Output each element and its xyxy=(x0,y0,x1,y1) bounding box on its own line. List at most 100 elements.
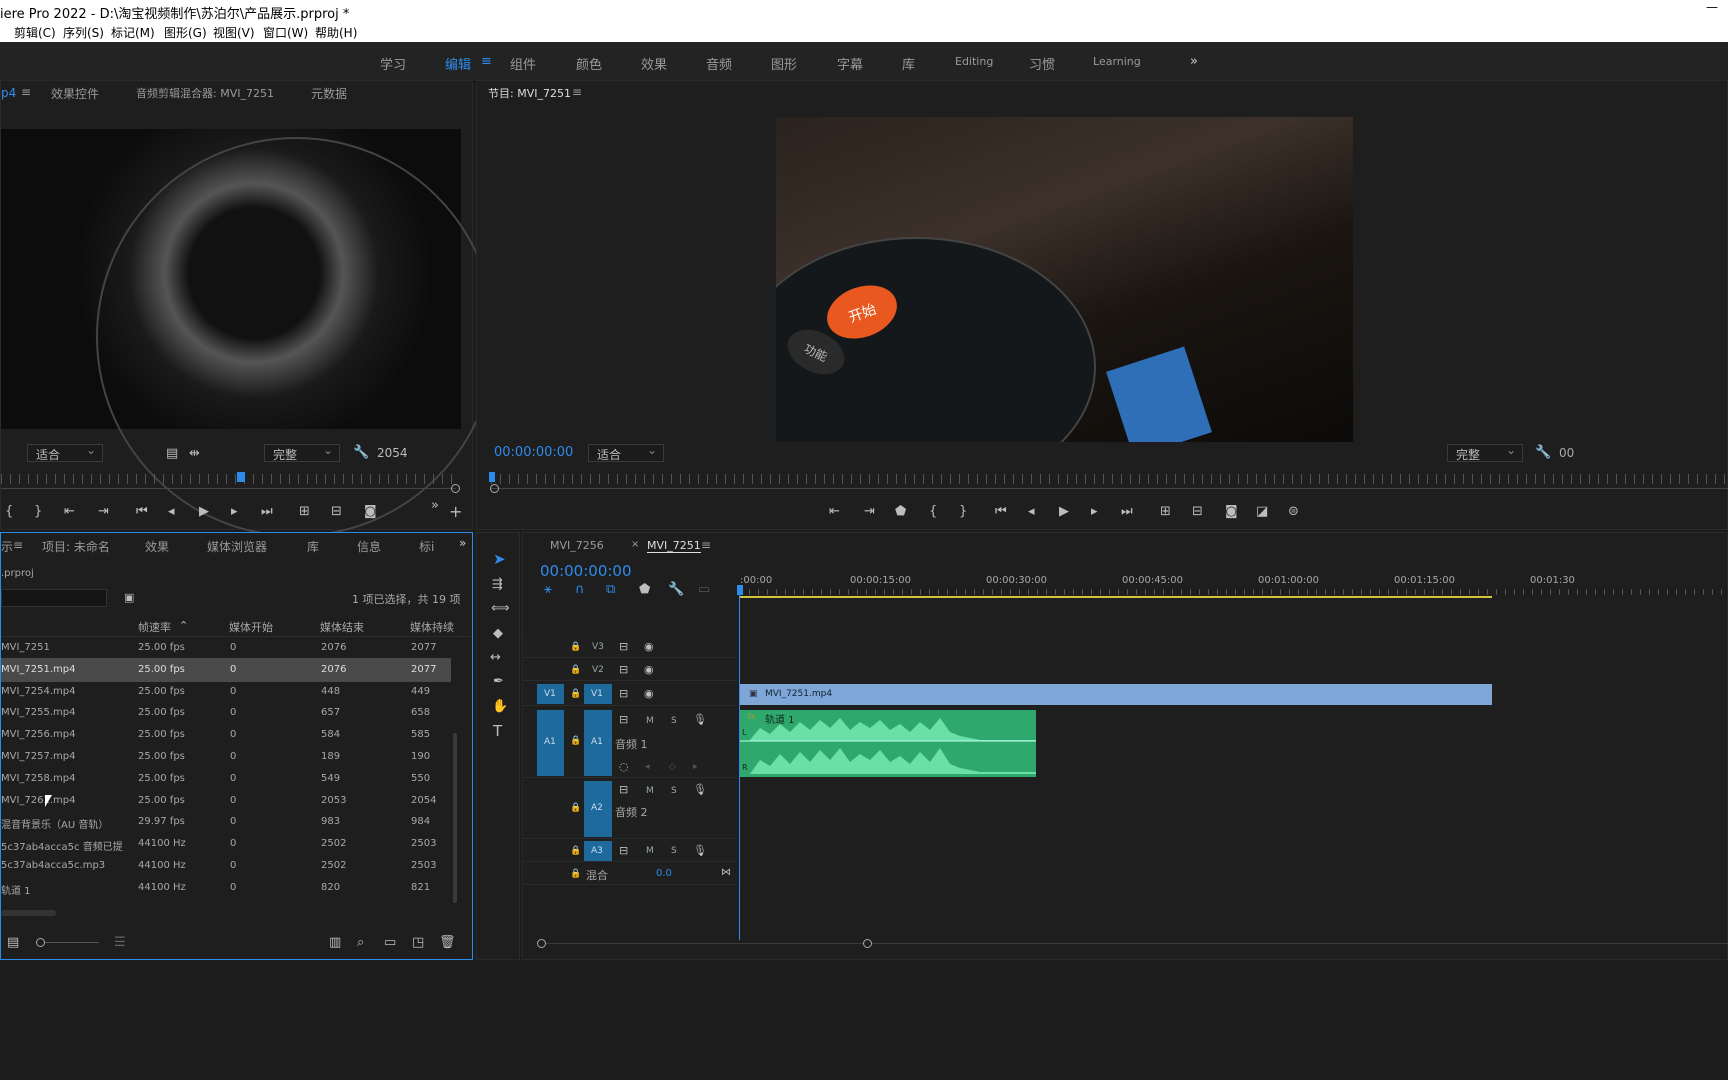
automate-icon[interactable]: ▥ xyxy=(329,936,341,950)
p-mark-in-icon[interactable]: { xyxy=(929,505,937,519)
v3-eye-icon[interactable]: ◉ xyxy=(644,640,654,654)
project-row[interactable]: MVI_7254.mp4 25.00 fps 0 448 449 xyxy=(1,680,451,704)
v1-eye-icon[interactable]: ◉ xyxy=(644,687,654,701)
v2-lock-icon[interactable]: 🔒 xyxy=(570,663,581,677)
col-media-duration[interactable]: 媒体持续 xyxy=(410,619,454,635)
hand-icon[interactable]: ✋ xyxy=(492,700,508,714)
v2-sync-icon[interactable]: ⊟ xyxy=(619,663,628,677)
v1-source-patch[interactable]: V1 xyxy=(537,684,564,704)
sort-ascending-icon[interactable]: ⌃ xyxy=(179,619,188,633)
new-bin-from-search-icon[interactable]: ▣ xyxy=(124,591,134,605)
source-zoom-handle[interactable] xyxy=(451,484,460,493)
new-bin-icon[interactable]: ▭ xyxy=(384,936,396,950)
p-vr-icon[interactable]: ⊜ xyxy=(1288,505,1299,519)
project-row[interactable]: MVI_7251.mp4 25.00 fps 0 2076 2077 xyxy=(1,657,451,682)
mark-out-icon[interactable]: } xyxy=(34,505,42,519)
a1-mic-icon[interactable]: 🎙 xyxy=(693,713,707,727)
project-hscroll[interactable] xyxy=(1,910,56,916)
minimize-button[interactable]: — xyxy=(1706,0,1718,14)
ws-captions[interactable]: 字幕 xyxy=(837,54,863,73)
project-row[interactable]: MVI_7257.mp4 25.00 fps 0 189 190 xyxy=(1,745,451,769)
close-tab-icon[interactable]: × xyxy=(631,539,639,550)
v1-lock-icon[interactable]: 🔒 xyxy=(570,687,581,701)
work-area-bar[interactable] xyxy=(740,596,1492,598)
ws-editing[interactable]: Editing xyxy=(955,55,993,68)
p-prev-edit-icon[interactable]: ⏮ xyxy=(995,505,1007,519)
overwrite-icon[interactable]: ⊟ xyxy=(331,505,342,519)
a1-solo[interactable]: S xyxy=(671,716,677,726)
program-quality-dropdown[interactable]: 完整 xyxy=(1447,443,1523,462)
project-row[interactable]: 混音背景乐（AU 音轨） 29.97 fps 0 983 984 xyxy=(1,810,451,834)
v1-target[interactable]: V1 xyxy=(584,684,612,704)
v1-sync-icon[interactable]: ⊟ xyxy=(619,687,628,701)
col-media-start[interactable]: 媒体开始 xyxy=(229,619,273,635)
a3-sync-icon[interactable]: ⊟ xyxy=(619,844,628,858)
a2-mute[interactable]: M xyxy=(646,786,654,796)
mark-in-icon[interactable]: { xyxy=(5,505,13,519)
type-tool-icon[interactable]: T xyxy=(493,724,502,739)
project-row[interactable]: MVI_7255.mp4 25.00 fps 0 657 658 xyxy=(1,701,451,725)
a1-lock-icon[interactable]: 🔒 xyxy=(570,734,581,748)
tab-markers[interactable]: 标i xyxy=(419,538,434,555)
safe-margins-icon[interactable]: ▤ xyxy=(166,447,178,461)
more-controls-icon[interactable]: » xyxy=(431,499,439,513)
ws-color[interactable]: 颜色 xyxy=(576,54,602,73)
p-step-back-icon[interactable]: ◂ xyxy=(1028,505,1035,519)
timeline-ruler[interactable]: :00:00 00:00:15:00 00:00:30:00 00:00:45:… xyxy=(740,563,1728,599)
go-to-in-icon[interactable]: ⇤ xyxy=(64,505,75,519)
step-forward-icon[interactable]: ▸ xyxy=(231,505,238,519)
mix-value[interactable]: 0.0 xyxy=(656,868,672,879)
nest-icon[interactable]: ⚹ xyxy=(544,583,552,597)
menu-markers[interactable]: 标记(M) xyxy=(111,24,155,41)
ws-audio[interactable]: 音频 xyxy=(706,54,732,73)
col-media-end[interactable]: 媒体结束 xyxy=(320,619,364,635)
ws-effects[interactable]: 效果 xyxy=(641,54,667,73)
a1-mute[interactable]: M xyxy=(646,716,654,726)
new-item-icon[interactable]: ◳ xyxy=(412,936,424,950)
project-row[interactable]: 5c37ab4acca5c 音频已提 44100 Hz 0 2502 2503 xyxy=(1,832,451,856)
p-step-forward-icon[interactable]: ▸ xyxy=(1091,505,1098,519)
project-panel-menu-icon[interactable]: ≡ xyxy=(13,538,23,552)
source-fit-dropdown[interactable]: 适合 xyxy=(27,443,103,462)
a1-source-patch[interactable]: A1 xyxy=(537,710,564,776)
program-menu-icon[interactable]: ≡ xyxy=(572,85,582,99)
more-workspaces-icon[interactable]: » xyxy=(1190,54,1198,69)
timeline-hscroll-track[interactable] xyxy=(541,943,1728,944)
go-to-next-edit-icon[interactable]: ⏭ xyxy=(261,505,273,519)
tab-seq-7256[interactable]: MVI_7256 xyxy=(550,539,604,552)
wrench-icon[interactable]: 🔧 xyxy=(353,446,369,460)
source-ruler[interactable] xyxy=(1,474,456,484)
razor-icon[interactable]: ◆ xyxy=(493,627,503,641)
project-row[interactable]: 5c37ab4acca5c.mp3 44100 Hz 0 2502 2503 xyxy=(1,854,451,878)
tab-effects[interactable]: 效果 xyxy=(145,538,169,555)
v3-lock-icon[interactable]: 🔒 xyxy=(570,640,581,654)
menu-graphics[interactable]: 图形(G) xyxy=(164,24,207,41)
a2-solo[interactable]: S xyxy=(671,786,677,796)
project-row[interactable]: MVI_7256.mp4 25.00 fps 0 584 585 xyxy=(1,723,451,747)
clear-icon[interactable]: 🗑 xyxy=(439,936,456,950)
program-playhead[interactable] xyxy=(489,472,495,482)
program-fit-dropdown[interactable]: 适合 xyxy=(588,443,664,462)
p-extract-icon[interactable]: ⊟ xyxy=(1192,505,1203,519)
timeline-timecode[interactable]: 00:00:00:00 xyxy=(540,562,632,580)
ripple-edit-icon[interactable]: ⟺ xyxy=(491,602,510,616)
play-icon[interactable]: ▶ xyxy=(199,505,209,519)
track-select-icon[interactable]: ⇶ xyxy=(492,578,503,592)
p-marker-icon[interactable]: ⬟ xyxy=(895,505,906,519)
timeline-menu-icon[interactable]: ≡ xyxy=(701,538,711,552)
ws-assembly[interactable]: 组件 xyxy=(510,54,536,73)
p-mark-out-icon[interactable]: } xyxy=(959,505,967,519)
a1-sync-icon[interactable]: ⊟ xyxy=(619,713,628,727)
menu-view[interactable]: 视图(V) xyxy=(213,24,255,41)
project-row[interactable]: MVI_7261.mp4 25.00 fps 0 2053 2054 xyxy=(1,789,451,813)
project-more-tabs-icon[interactable]: » xyxy=(459,536,466,550)
sort-icons-icon[interactable]: ☰ xyxy=(114,936,126,950)
p-camera-icon[interactable]: ◙ xyxy=(1225,505,1238,519)
add-marker-icon[interactable]: ⬟ xyxy=(639,583,650,597)
timeline-hscroll-right-handle[interactable] xyxy=(863,939,872,948)
a3-mute[interactable]: M xyxy=(646,846,654,856)
a2-target[interactable]: A2 xyxy=(584,781,612,837)
program-zoom-handle[interactable] xyxy=(490,484,499,493)
p-play-icon[interactable]: ▶ xyxy=(1059,505,1069,519)
zoom-slider-track[interactable] xyxy=(39,942,99,943)
